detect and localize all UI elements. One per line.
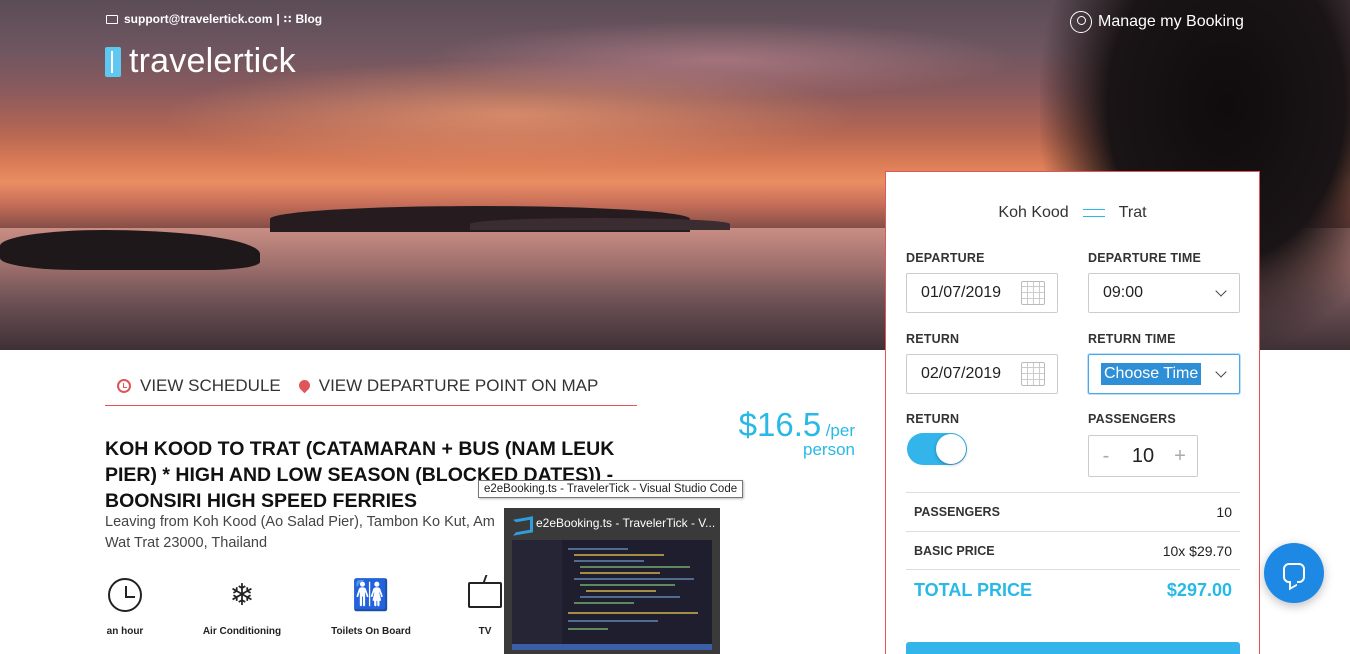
manage-booking-label: Manage my Booking	[1098, 13, 1244, 30]
chevron-down-icon	[1215, 285, 1227, 297]
info-tabs: VIEW SCHEDULE VIEW DEPARTURE POINT ON MA…	[105, 366, 637, 406]
ticket-icon	[105, 46, 121, 77]
chat-bubble-icon	[1283, 563, 1305, 583]
clock-icon	[117, 378, 131, 393]
amenity-label: an hour	[106, 626, 144, 637]
departure-time-label: DEPARTURE TIME	[1088, 251, 1201, 265]
tv-icon	[468, 582, 502, 608]
total-label: TOTAL PRICE	[914, 580, 1033, 600]
departure-address: Leaving from Koh Kood (Ao Salad Pier), T…	[105, 512, 525, 554]
departure-time-value: 09:00	[1103, 284, 1144, 301]
map-pin-icon	[296, 377, 313, 394]
contact-bar: support@travelertick.com | ∷ Blog	[106, 12, 322, 26]
return-toggle-label: RETURN	[906, 412, 960, 426]
taskbar-window-preview[interactable]: e2eBooking.ts - TravelerTick - V...	[504, 508, 720, 654]
summary-label: PASSENGERS	[914, 505, 1000, 519]
total-value: $297.00	[1166, 580, 1232, 600]
swap-arrows-icon[interactable]	[1081, 204, 1107, 222]
price-block: $16.5 /per person	[700, 406, 855, 460]
departure-date-input[interactable]: 01/07/2019	[906, 273, 1058, 313]
summary-value: 10x $29.70	[1162, 542, 1232, 559]
route-selector: Koh Kood Trat	[886, 204, 1259, 222]
preview-title: e2eBooking.ts - TravelerTick - V...	[536, 516, 716, 530]
summary-label: BASIC PRICE	[914, 543, 995, 558]
book-now-button[interactable]	[906, 642, 1240, 654]
tab-view-schedule[interactable]: VIEW SCHEDULE	[117, 376, 281, 396]
support-email-link[interactable]: support@travelertick.com	[124, 12, 272, 26]
vscode-icon	[512, 515, 528, 531]
return-time-value: Choose Time	[1101, 363, 1202, 385]
manage-booking-link[interactable]: Manage my Booking	[1070, 11, 1244, 33]
price-per: /per	[825, 421, 855, 440]
site-logo[interactable]: travelertick	[105, 42, 296, 81]
mail-icon	[106, 14, 118, 24]
calendar-icon[interactable]	[1021, 362, 1045, 386]
decrement-button[interactable]: -	[1099, 445, 1113, 468]
return-date-input[interactable]: 02/07/2019	[906, 354, 1058, 394]
passengers-label: PASSENGERS	[1088, 412, 1176, 426]
taskbar-tooltip: e2eBooking.ts - TravelerTick - Visual St…	[478, 480, 744, 498]
blog-link[interactable]: Blog	[295, 12, 322, 26]
route-from: Koh Kood	[998, 204, 1069, 221]
return-toggle[interactable]	[907, 433, 967, 465]
booking-panel: Koh Kood Trat DEPARTURE 01/07/2019 DEPAR…	[885, 171, 1260, 654]
return-time-label: RETURN TIME	[1088, 332, 1176, 346]
chat-launcher-button[interactable]	[1264, 543, 1324, 603]
toggle-knob	[936, 434, 966, 464]
logo-text: travelertick	[129, 42, 296, 80]
summary-passengers-row: PASSENGERS 10	[906, 492, 1240, 531]
hero-clouds-upper	[420, 20, 1020, 100]
passengers-stepper: - 10 +	[1088, 435, 1198, 477]
restroom-icon: 🚻	[352, 578, 390, 612]
amenity-label: TV	[478, 626, 492, 637]
rss-icon: ∷	[283, 13, 292, 26]
separator: |	[276, 12, 280, 26]
price-amount: $16.5	[738, 406, 822, 443]
amenity-label: Toilets On Board	[331, 626, 411, 637]
return-time-select[interactable]: Choose Time	[1088, 354, 1240, 394]
preview-thumbnail	[512, 540, 712, 650]
tab-label: VIEW DEPARTURE POINT ON MAP	[318, 375, 599, 395]
return-date-value: 02/07/2019	[921, 365, 1002, 382]
summary-total-row: TOTAL PRICE $297.00	[906, 569, 1240, 611]
snowflake-icon: ❄	[229, 578, 255, 612]
tab-view-departure-map[interactable]: VIEW DEPARTURE POINT ON MAP	[296, 375, 599, 396]
departure-time-select[interactable]: 09:00	[1088, 273, 1240, 313]
price-person: person	[803, 440, 855, 459]
amenity-air-conditioning: ❄ Air Conditioning	[187, 572, 297, 638]
address-line: Wat Trat 23000, Thailand	[105, 535, 268, 551]
tab-label: VIEW SCHEDULE	[140, 375, 281, 395]
departure-date-value: 01/07/2019	[921, 284, 1002, 301]
user-icon	[1070, 11, 1092, 33]
return-label: RETURN	[906, 332, 960, 346]
calendar-icon[interactable]	[1021, 281, 1045, 305]
passengers-value[interactable]: 10	[1132, 445, 1154, 468]
amenity-toilets: 🚻 Toilets On Board	[316, 572, 426, 638]
departure-label: DEPARTURE	[906, 251, 985, 265]
summary-basic-price-row: BASIC PRICE 10x $29.70	[906, 531, 1240, 569]
clock-icon	[108, 578, 142, 612]
amenity-label: Air Conditioning	[202, 626, 282, 637]
summary-value: 10	[1216, 504, 1232, 520]
increment-button[interactable]: +	[1173, 445, 1187, 468]
route-to: Trat	[1118, 204, 1147, 221]
hero-island-far	[470, 218, 730, 230]
chevron-down-icon	[1215, 366, 1227, 378]
trip-title: KOH KOOD TO TRAT (CATAMARAN + BUS (NAM L…	[105, 438, 615, 512]
amenity-duration: an hour	[70, 572, 180, 637]
address-line: Leaving from Koh Kood (Ao Salad Pier), T…	[105, 514, 495, 530]
